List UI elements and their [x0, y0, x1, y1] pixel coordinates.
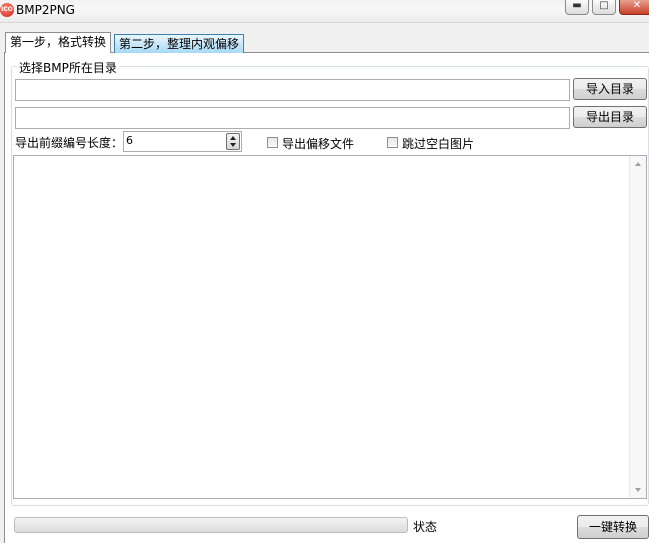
spin-buttons[interactable] [226, 133, 240, 150]
export-offset-checkbox[interactable] [267, 137, 278, 148]
spin-down-icon[interactable] [230, 143, 236, 147]
maximize-icon: □ [599, 0, 609, 11]
prefix-length-label: 导出前缀编号长度： [15, 136, 124, 150]
tab-format-convert[interactable]: 第一步，格式转换 [5, 32, 112, 53]
export-offset-label[interactable]: 导出偏移文件 [282, 135, 354, 152]
status-label: 状态 [413, 520, 438, 534]
vertical-scrollbar[interactable] [629, 156, 646, 498]
progress-bar [14, 517, 408, 533]
title-bar[interactable]: ICO BMP2PNG ▬ □ ✕ [0, 0, 649, 23]
minimize-button[interactable]: ▬ [565, 0, 589, 15]
scroll-up-icon[interactable] [635, 162, 641, 166]
window-title: BMP2PNG [16, 3, 75, 17]
one-key-convert-button[interactable]: 一键转换 [577, 515, 649, 539]
import-directory-input[interactable] [15, 79, 570, 101]
app-icon: ICO [0, 3, 14, 17]
spin-up-icon[interactable] [230, 136, 236, 140]
group-label: 选择BMP所在目录 [17, 59, 119, 76]
prefix-length-value[interactable]: 6 [126, 134, 133, 147]
log-textarea[interactable] [13, 155, 647, 499]
export-directory-input[interactable] [15, 107, 570, 129]
minimize-icon: ▬ [572, 0, 582, 11]
skip-blank-label[interactable]: 跳过空白图片 [402, 135, 474, 152]
close-button[interactable]: ✕ [619, 0, 649, 15]
close-icon: ✕ [632, 0, 642, 11]
export-directory-button[interactable]: 导出目录 [573, 106, 647, 128]
prefix-length-spinner[interactable]: 6 [123, 131, 242, 152]
scroll-down-icon[interactable] [635, 488, 641, 492]
skip-blank-checkbox[interactable] [387, 137, 398, 148]
maximize-button[interactable]: □ [592, 0, 616, 15]
tab-organize-offset[interactable]: 第二步，整理内观偏移 [114, 34, 245, 53]
import-directory-button[interactable]: 导入目录 [573, 78, 647, 100]
